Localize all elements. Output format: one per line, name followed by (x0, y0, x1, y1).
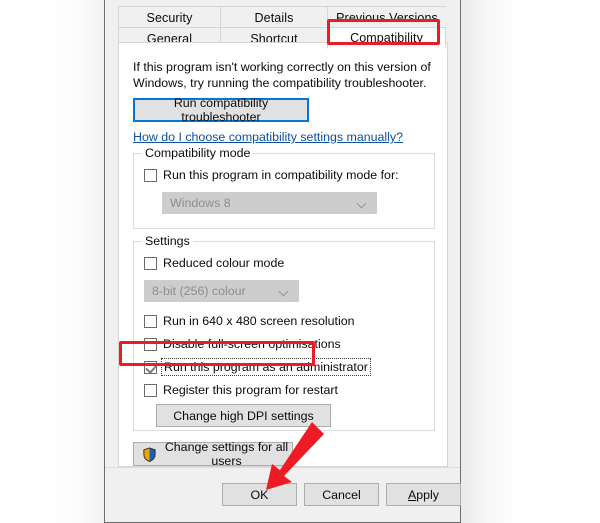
run-compatibility-troubleshooter-button[interactable]: Run compatibility troubleshooter (133, 96, 309, 124)
checkbox-label: Run this program as an administrator (161, 358, 371, 376)
settings-legend: Settings (142, 234, 193, 248)
properties-dialog: Security Details Previous Versions Gener… (104, 0, 461, 523)
checkbox-run-as-administrator[interactable]: Run this program as an administrator (144, 358, 371, 376)
intro-text: If this program isn't working correctly … (133, 60, 431, 90)
uac-shield-icon (142, 446, 157, 462)
checkbox-box[interactable] (144, 383, 157, 397)
checkbox-run-640x480[interactable]: Run in 640 x 480 screen resolution (144, 312, 355, 330)
checkbox-disable-fullscreen-optimisations[interactable]: Disable full-screen optimisations (144, 335, 341, 353)
background-right (460, 0, 600, 523)
checkbox-label: Disable full-screen optimisations (163, 337, 341, 351)
background-left (0, 0, 104, 523)
apply-button[interactable]: Apply (386, 483, 461, 506)
screenshot-root: Security Details Previous Versions Gener… (0, 0, 600, 523)
checkbox-box[interactable] (144, 337, 157, 351)
apply-label-rest: pply (416, 487, 439, 502)
checkbox-box[interactable] (144, 360, 157, 374)
chevron-down-icon (358, 200, 366, 208)
checkbox-box[interactable] (144, 314, 157, 328)
colour-depth-combobox[interactable]: 8-bit (256) colour (144, 280, 299, 302)
help-link-choose-settings[interactable]: How do I choose compatibility settings m… (133, 130, 403, 144)
cancel-button[interactable]: Cancel (304, 483, 379, 506)
apply-accelerator-letter: A (408, 487, 417, 502)
checkbox-label: Reduced colour mode (163, 256, 285, 270)
compatibility-mode-group: Compatibility mode Run this program in c… (133, 146, 435, 229)
tab-security[interactable]: Security (118, 6, 221, 28)
checkbox-register-for-restart[interactable]: Register this program for restart (144, 381, 338, 399)
checkbox-reduced-colour-mode[interactable]: Reduced colour mode (144, 254, 284, 272)
checkbox-run-in-compatibility-mode[interactable]: Run this program in compatibility mode f… (144, 166, 399, 184)
compatibility-tab-panel: If this program isn't working correctly … (118, 42, 448, 468)
ok-button[interactable]: OK (222, 483, 297, 506)
compatibility-mode-combobox[interactable]: Windows 8 (162, 192, 377, 214)
compatibility-mode-combobox-value: Windows 8 (170, 196, 231, 210)
colour-depth-combobox-value: 8-bit (256) colour (152, 284, 246, 298)
tab-details[interactable]: Details (220, 6, 328, 28)
change-high-dpi-settings-button[interactable]: Change high DPI settings (156, 404, 331, 427)
settings-group: Settings Reduced colour mode 8-bit (256)… (133, 234, 435, 431)
dialog-footer: OK Cancel Apply (105, 467, 461, 522)
checkbox-box[interactable] (144, 168, 157, 182)
checkbox-label: Run in 640 x 480 screen resolution (163, 314, 355, 328)
tab-row-top: Security Details Previous Versions (118, 6, 446, 28)
checkbox-label: Register this program for restart (163, 383, 338, 397)
compatibility-mode-legend: Compatibility mode (142, 146, 254, 160)
checkbox-box[interactable] (144, 256, 157, 270)
change-settings-for-all-users-label: Change settings for all users (164, 440, 289, 468)
chevron-down-icon (280, 288, 288, 296)
change-settings-for-all-users-button[interactable]: Change settings for all users (133, 440, 293, 468)
checkbox-label: Run this program in compatibility mode f… (163, 168, 399, 182)
tab-previous-versions[interactable]: Previous Versions (327, 6, 446, 28)
tab-compatibility[interactable]: Compatibility (327, 27, 446, 49)
